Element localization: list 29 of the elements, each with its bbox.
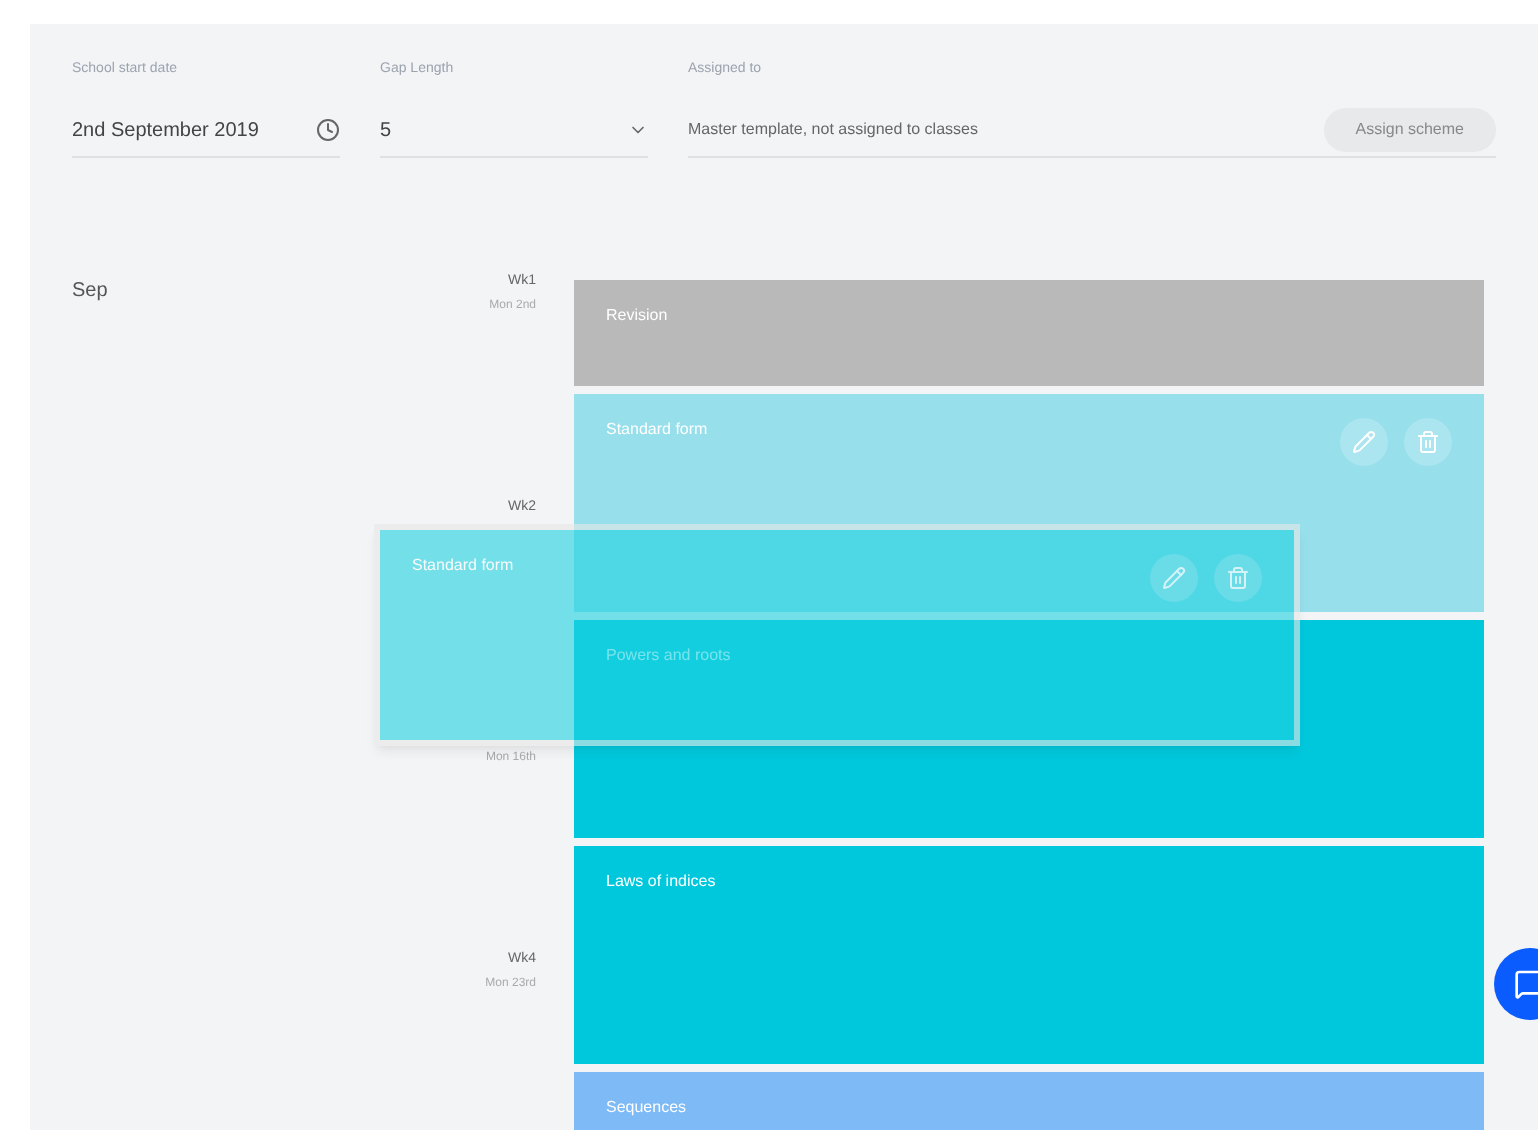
chat-icon: [1514, 968, 1538, 1000]
pencil-icon: [1352, 429, 1376, 453]
scheme-block[interactable]: Revision: [574, 279, 1484, 385]
scheme-block[interactable]: Standard form: [574, 393, 1484, 611]
block-title: Laws of indices: [606, 869, 716, 893]
trash-icon: [1416, 429, 1440, 453]
scheme-block[interactable]: Powers and roots: [574, 619, 1484, 837]
text-field[interactable]: Master template, not assigned to classes Assign scheme: [688, 105, 1496, 157]
scheme-block[interactable]: Sequences: [574, 1071, 1484, 1130]
field-value: Master template, not assigned to classes: [688, 118, 980, 142]
date-field[interactable]: 2nd September 2019: [72, 105, 340, 157]
block-title: Revision: [606, 303, 668, 327]
block-title: Powers and roots: [606, 643, 731, 667]
trash-icon: [1226, 566, 1250, 590]
assign-scheme-button[interactable]: Assign scheme: [1323, 108, 1496, 152]
select-field[interactable]: 5: [380, 105, 648, 157]
scheme-block[interactable]: Laws of indices: [574, 845, 1484, 1063]
delete-button[interactable]: [1404, 417, 1452, 465]
pencil-icon: [1162, 566, 1186, 590]
edit-button[interactable]: [1150, 554, 1198, 602]
month-label: Sep: [72, 277, 110, 305]
delete-button[interactable]: [1214, 554, 1262, 602]
field-value: 5: [380, 117, 394, 145]
edit-button[interactable]: [1340, 417, 1388, 465]
field-value: 2nd September 2019: [72, 117, 261, 145]
block-title: Sequences: [606, 1095, 687, 1119]
clock-icon: [316, 118, 340, 142]
block-title: Standard form: [412, 554, 514, 578]
block-title: Standard form: [606, 417, 708, 441]
